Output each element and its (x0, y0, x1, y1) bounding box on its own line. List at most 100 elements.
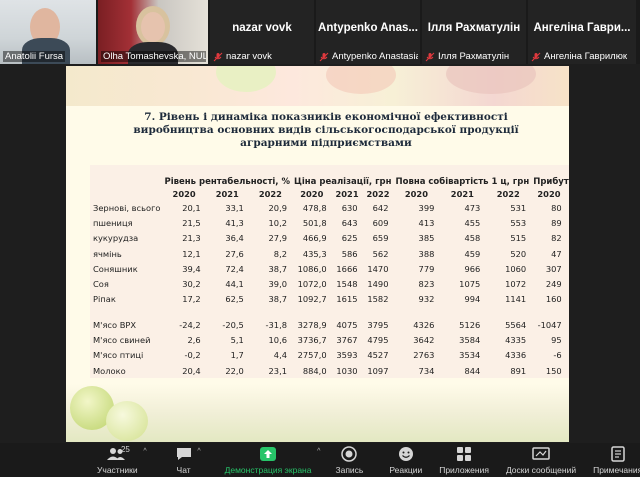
table-cell: 399 (418, 202, 435, 213)
table-cell: 994 (464, 294, 481, 305)
table-cell: 520 (510, 248, 527, 259)
participant-name: nazar vovk (226, 51, 272, 62)
table-cell: 1,7 (230, 350, 244, 361)
table-cell: 3795 (367, 319, 389, 330)
table-cell: 39,0 (268, 279, 287, 290)
table-cell: 1072 (505, 279, 527, 290)
row-label: М'ясо птиці (93, 350, 144, 361)
meeting-toolbar: 25 ^ Участники ^ Чат ^ Демонстрация экра… (0, 443, 640, 477)
participant-tile-anhelina[interactable]: Ангеліна Гаври... Ангеліна Гаврилюк (528, 0, 636, 64)
table-cell: 4795 (367, 335, 389, 346)
participants-button[interactable]: 25 ^ Участники (97, 443, 147, 477)
table-cell: 4335 (505, 335, 527, 346)
participant-display-name: nazar vovk (232, 22, 292, 34)
table-cell: 89 (551, 217, 562, 228)
table-cell: 884,0 (302, 365, 327, 376)
table-cell: -24,2 (179, 319, 201, 330)
reactions-button[interactable]: Реакции (389, 443, 422, 477)
year-header: 2020 (300, 188, 324, 199)
participant-name: Ілля Рахматулін (438, 51, 510, 62)
row-label: ячмінь (93, 248, 122, 259)
record-button[interactable]: Запись (335, 443, 363, 477)
presentation-slide: 7. Рівень і динаміка показників економіч… (66, 66, 569, 442)
table-cell: 474 (567, 276, 569, 291)
table-cell: 4336 (505, 350, 527, 361)
table-cell: 95 (551, 335, 562, 346)
table-cell: 844 (464, 365, 481, 376)
year-header-corner (90, 187, 163, 200)
table-cell: 22,0 (225, 365, 244, 376)
chevron-up-icon[interactable]: ^ (317, 448, 320, 455)
table-cell: 1092,7 (297, 294, 327, 305)
notes-button[interactable]: Примечания (593, 443, 640, 477)
table-cell: 625 (341, 233, 358, 244)
year-header: 2021 (215, 188, 239, 199)
table-cell: 1141 (505, 294, 527, 305)
table-cell: 21,3 (182, 233, 201, 244)
table-cell: 249 (545, 279, 562, 290)
apple-decoration (106, 401, 148, 441)
table-cell: 531 (510, 202, 527, 213)
table-cell: 413 (418, 217, 435, 228)
table-cell: 643 (341, 217, 358, 228)
table-cell: 33,1 (225, 202, 244, 213)
participant-name: Ангеліна Гаврилюк (544, 51, 627, 62)
table-cell: 183 (567, 332, 569, 347)
chat-icon (176, 446, 192, 462)
share-screen-button[interactable]: ^ Демонстрация экрана (224, 443, 320, 477)
table-cell: 734 (418, 365, 435, 376)
table-cell: 515 (510, 233, 527, 244)
participant-strip: Anatolii Fursa Olha Tomashevska, NUL... … (0, 0, 640, 64)
participant-tile-antypenko[interactable]: Antypenko Anas... Antypenko Anastasia (316, 0, 420, 64)
participant-tile-nazar[interactable]: nazar vovk nazar vovk (210, 0, 314, 64)
year-header-row: 2020 2021 2022 2020 2021 2022 2020 2021 2022 2020… (90, 187, 569, 200)
table-cell: 2763 (413, 350, 435, 361)
apps-button[interactable]: Приложения (439, 443, 489, 477)
table-cell: 1666 (336, 263, 358, 274)
table-cell: 4326 (413, 319, 435, 330)
table-cell: -20,5 (222, 319, 244, 330)
table-cell: 455 (464, 217, 481, 228)
chevron-up-icon[interactable]: ^ (197, 448, 200, 455)
table-cell: 8,2 (273, 248, 287, 259)
table-cell: 1060 (505, 263, 527, 274)
whiteboard-button[interactable]: Доски сообщений (506, 443, 576, 477)
shared-screen[interactable]: 7. Рівень і динаміка показників економіч… (0, 64, 640, 443)
table-cell: 47 (551, 248, 562, 259)
table-cell: 3767 (336, 335, 358, 346)
table-cell: 1615 (336, 294, 358, 305)
table-cell: 966 (464, 263, 481, 274)
participant-name: Antypenko Anastasia (332, 51, 418, 62)
table-cell: 10,6 (268, 335, 287, 346)
table-cell: 586 (341, 248, 358, 259)
year-header: 2022 (258, 188, 282, 199)
table-cell: 72,4 (225, 263, 244, 274)
table-cell: 1030 (336, 365, 358, 376)
table-cell: 44,1 (225, 279, 244, 290)
table-cell: 1086,0 (297, 263, 327, 274)
participant-tile-olha[interactable]: Olha Tomashevska, NUL... (98, 0, 208, 64)
table-cell: 4527 (367, 350, 389, 361)
participant-tile-anatolii[interactable]: Anatolii Fursa (0, 0, 96, 64)
chevron-up-icon[interactable]: ^ (143, 448, 146, 455)
participant-name: Anatolii Fursa (3, 51, 66, 62)
participant-caption: Antypenko Anastasia (319, 51, 418, 62)
muted-microphone-icon (531, 52, 541, 62)
participants-count: 25 (120, 445, 130, 454)
share-screen-label: Демонстрация экрана (224, 465, 312, 475)
whiteboard-label: Доски сообщений (505, 465, 577, 475)
participant-caption: nazar vovk (213, 51, 312, 62)
table-cell: 562 (372, 248, 389, 259)
participant-tile-illia[interactable]: Ілля Рахматулін Ілля Рахматулін (422, 0, 526, 64)
reactions-label: Реакции (389, 465, 423, 475)
table-cell: 10,2 (268, 217, 287, 228)
table-cell: 30,2 (182, 279, 201, 290)
participant-display-name: Ангеліна Гаври... (533, 22, 631, 34)
table-cell: 609 (372, 217, 389, 228)
table-cell: 3642 (413, 335, 435, 346)
chat-button[interactable]: ^ Чат (176, 443, 201, 477)
table-spacer-cell (90, 307, 569, 317)
table-cell: 3534 (459, 350, 481, 361)
header-sale-price: Ціна реалізації, грн (294, 177, 392, 187)
table-row: Ріпак 17,2 62,5 38,7 1092,7 1615 1582 932 994 114… (90, 292, 569, 307)
